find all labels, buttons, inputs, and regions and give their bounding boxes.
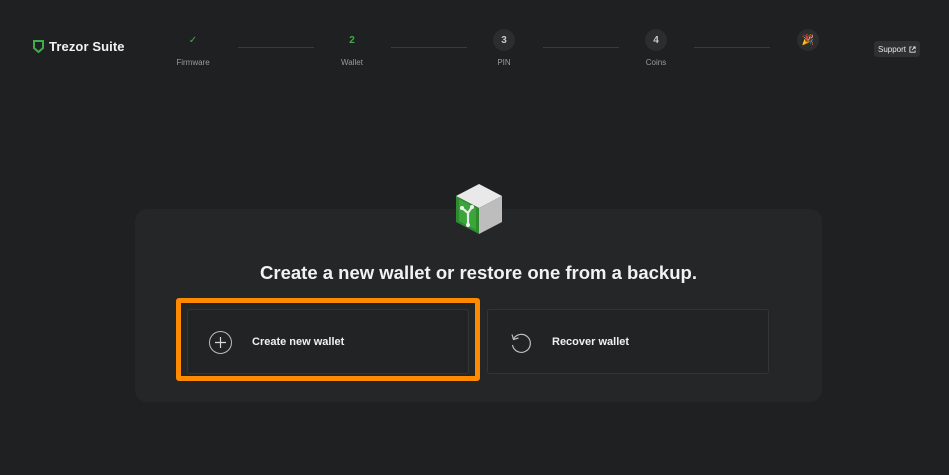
plus-circle-icon (209, 331, 232, 354)
external-link-icon (909, 45, 916, 53)
create-new-wallet-button[interactable]: Create new wallet (187, 309, 469, 374)
onboarding-stepper: ✓ Firmware 2 Wallet 3 PIN 4 Coins 🎉 (0, 0, 949, 90)
create-wallet-label: Create new wallet (252, 336, 345, 348)
check-icon: ✓ (188, 34, 198, 46)
step-pin: 3 PIN (464, 29, 544, 67)
step-coins: 4 Coins (616, 29, 696, 67)
support-button[interactable]: Support (874, 41, 921, 57)
top-header: Trezor Suite ✓ Firmware 2 Wallet 3 PIN 4… (0, 0, 949, 90)
step-wallet: 2 Wallet (312, 29, 392, 68)
step-number: 2 (349, 34, 355, 46)
rotate-ccw-icon (511, 333, 531, 353)
step-firmware: ✓ Firmware (153, 29, 233, 68)
party-popper-icon: 🎉 (797, 29, 819, 51)
trezor-cube-logo-icon (456, 184, 502, 234)
page-title: Create a new wallet or restore one from … (260, 262, 697, 283)
step-label: Wallet (341, 58, 363, 67)
step-connector (694, 47, 770, 48)
step-number: 4 (645, 29, 667, 51)
step-connector (238, 47, 314, 48)
step-connector (543, 47, 619, 48)
step-finish: 🎉 (768, 29, 848, 51)
step-label: Firmware (176, 58, 210, 67)
step-connector (391, 47, 467, 48)
recover-wallet-button[interactable]: Recover wallet (487, 309, 769, 374)
recover-wallet-label: Recover wallet (552, 336, 630, 348)
step-number: 3 (493, 29, 515, 51)
step-label: Coins (645, 58, 667, 67)
step-label: PIN (497, 58, 511, 67)
support-label: Support (878, 44, 907, 54)
